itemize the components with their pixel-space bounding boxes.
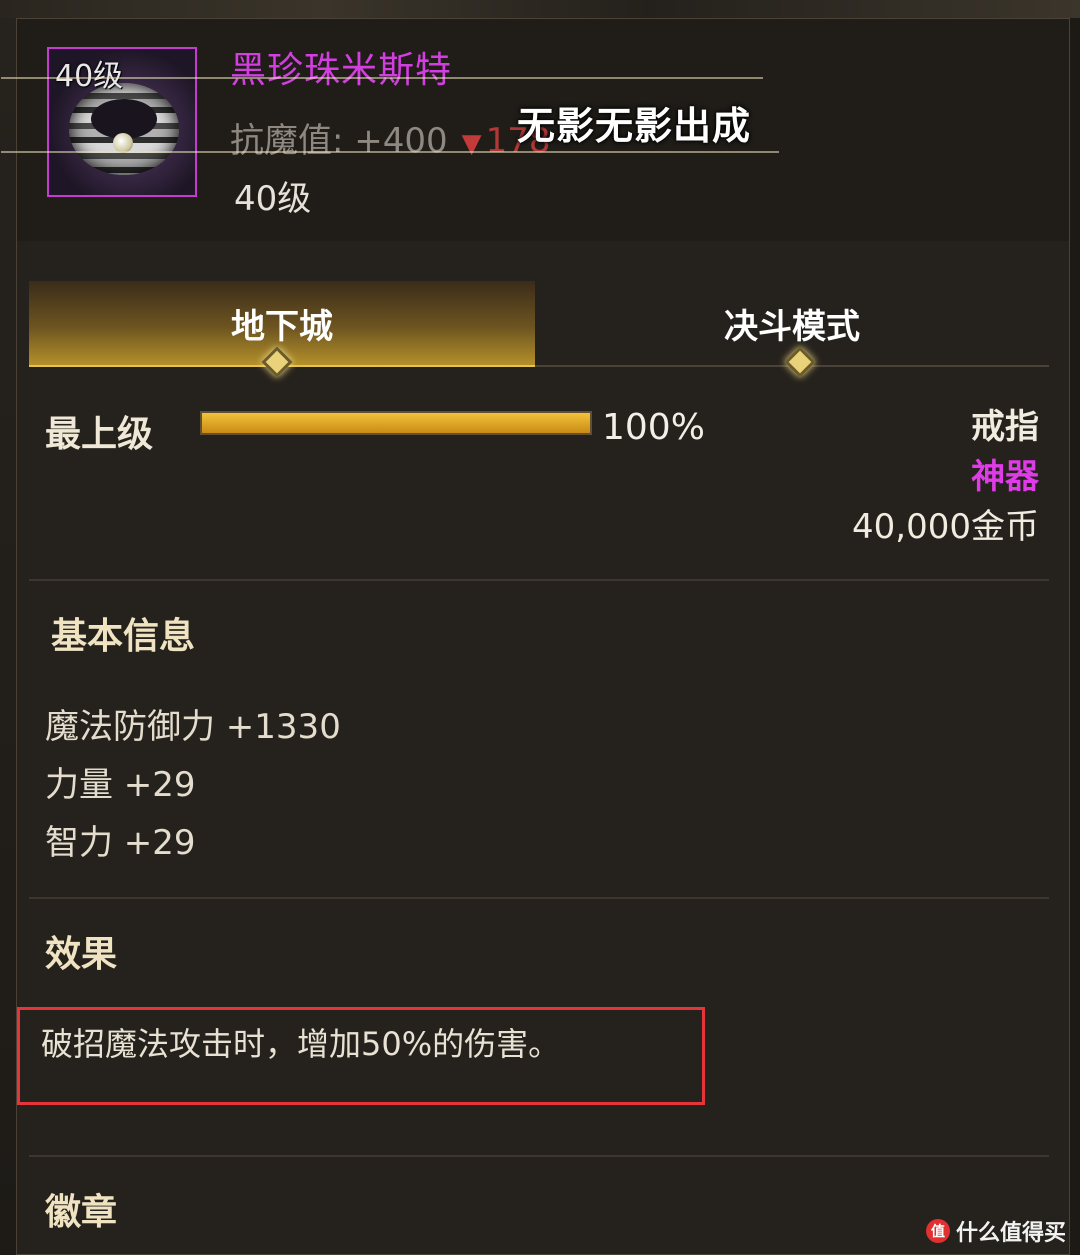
- divider: [29, 1155, 1049, 1157]
- basic-info-title: 基本信息: [51, 616, 196, 657]
- ring-item-icon[interactable]: 40级: [47, 47, 197, 197]
- item-level: 40级: [234, 179, 312, 219]
- tab-duel-mode-label: 决斗模式: [724, 306, 860, 347]
- tab-dungeon-label: 地下城: [231, 306, 333, 347]
- item-rarity: 神器: [971, 457, 1039, 497]
- stat-strength: 力量 +29: [45, 765, 196, 805]
- item-header: 40级 黑珍珠米斯特 抗魔值: +400 ▼ 178 无影无影出成 40级: [17, 19, 1069, 241]
- item-slot-type: 戒指: [971, 407, 1039, 447]
- stat-intelligence: 智力 +29: [45, 823, 196, 863]
- item-stat: 抗魔值: +400 ▼ 178: [230, 113, 551, 162]
- grade-label: 最上级: [45, 414, 154, 455]
- icon-level-badge: 40级: [55, 59, 124, 94]
- stat-magic-defense: 魔法防御力 +1330: [45, 707, 341, 747]
- left-background: [0, 18, 16, 1255]
- grade-progress-fill: [202, 413, 590, 433]
- watermark: 值 什么值得买: [925, 1215, 1066, 1247]
- item-name: 黑珍珠米斯特: [230, 50, 453, 91]
- effect-text: 破招魔法攻击时，增加50%的伤害。: [41, 1025, 561, 1063]
- overlay-guide-line: [1, 151, 779, 153]
- right-background: [1070, 18, 1080, 1255]
- decrease-arrow-icon: ▼: [461, 129, 482, 159]
- item-stat-label: 抗魔值: +400: [230, 121, 448, 161]
- grade-progress-bar: [200, 411, 592, 435]
- background-strip: [0, 0, 1080, 18]
- pearl-gem-icon: [113, 133, 133, 153]
- watermark-logo-icon: 值: [925, 1219, 950, 1243]
- item-price: 40,000金币: [852, 507, 1039, 547]
- watermark-text: 什么值得买: [955, 1221, 1066, 1246]
- emblem-title: 徽章: [45, 1192, 118, 1233]
- divider: [29, 897, 1049, 899]
- divider: [29, 579, 1049, 581]
- overlay-caption: 无影无影出成: [517, 104, 752, 148]
- item-tooltip-panel: 40级 黑珍珠米斯特 抗魔值: +400 ▼ 178 无影无影出成 40级 地下城 …: [1, 18, 1070, 1255]
- overlay-guide-line: [1, 77, 763, 79]
- effect-title: 效果: [45, 934, 118, 975]
- mode-tabs: 地下城 决斗模式: [29, 281, 1049, 367]
- grade-percent: 100%: [602, 407, 705, 448]
